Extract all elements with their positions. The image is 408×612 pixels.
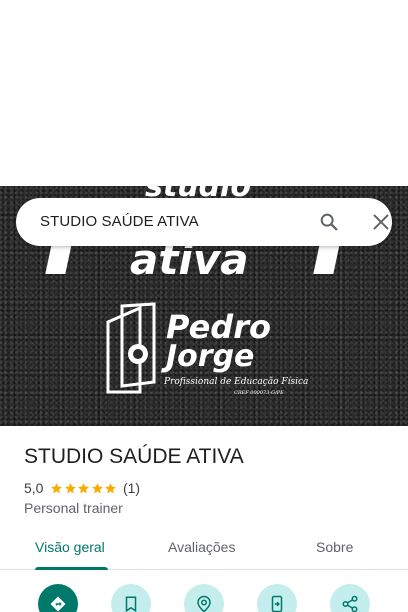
send-to-phone-button[interactable]	[257, 584, 297, 612]
star-icon	[78, 482, 90, 493]
save-button[interactable]	[111, 584, 151, 612]
share-icon	[342, 595, 358, 612]
rating-row[interactable]: 5,0 (1)	[24, 480, 140, 496]
directions-button[interactable]	[38, 584, 78, 612]
place-category: Personal trainer	[24, 500, 123, 516]
close-icon[interactable]	[370, 211, 392, 233]
star-icon	[65, 482, 76, 493]
place-title: STUDIO SAÚDE ATIVA	[24, 445, 244, 468]
map-blank-area	[0, 0, 408, 186]
review-count[interactable]: (1)	[123, 480, 140, 496]
send-to-phone-icon	[271, 595, 283, 612]
search-bar[interactable]: STUDIO SAÚDE ATIVA	[16, 198, 392, 246]
logo-emblem	[106, 302, 156, 394]
logo-registration: CREF 000073-G/PE	[234, 390, 284, 396]
star-icon	[92, 482, 103, 493]
nearby-button[interactable]	[184, 584, 224, 612]
nearby-icon	[197, 595, 211, 612]
tab-reviews[interactable]: Avaliações	[168, 539, 235, 555]
star-icon	[105, 482, 117, 493]
rating-value: 5,0	[24, 480, 44, 496]
search-icon[interactable]	[318, 211, 340, 233]
rating-stars	[50, 482, 118, 495]
place-tabs: Visão geral Avaliações Sobre	[0, 528, 408, 570]
action-buttons	[0, 584, 408, 612]
logo-subtitle: Profissional de Educação Física	[163, 376, 308, 387]
directions-icon	[50, 596, 66, 612]
logo-name-line2: Jorge	[161, 339, 254, 374]
search-query-text[interactable]: STUDIO SAÚDE ATIVA	[40, 213, 199, 230]
active-tab-indicator	[35, 567, 108, 570]
bookmark-icon	[125, 596, 137, 612]
star-icon	[51, 482, 63, 493]
tab-overview[interactable]: Visão geral	[35, 539, 105, 555]
tab-about[interactable]: Sobre	[316, 539, 353, 555]
share-button[interactable]	[330, 584, 370, 612]
